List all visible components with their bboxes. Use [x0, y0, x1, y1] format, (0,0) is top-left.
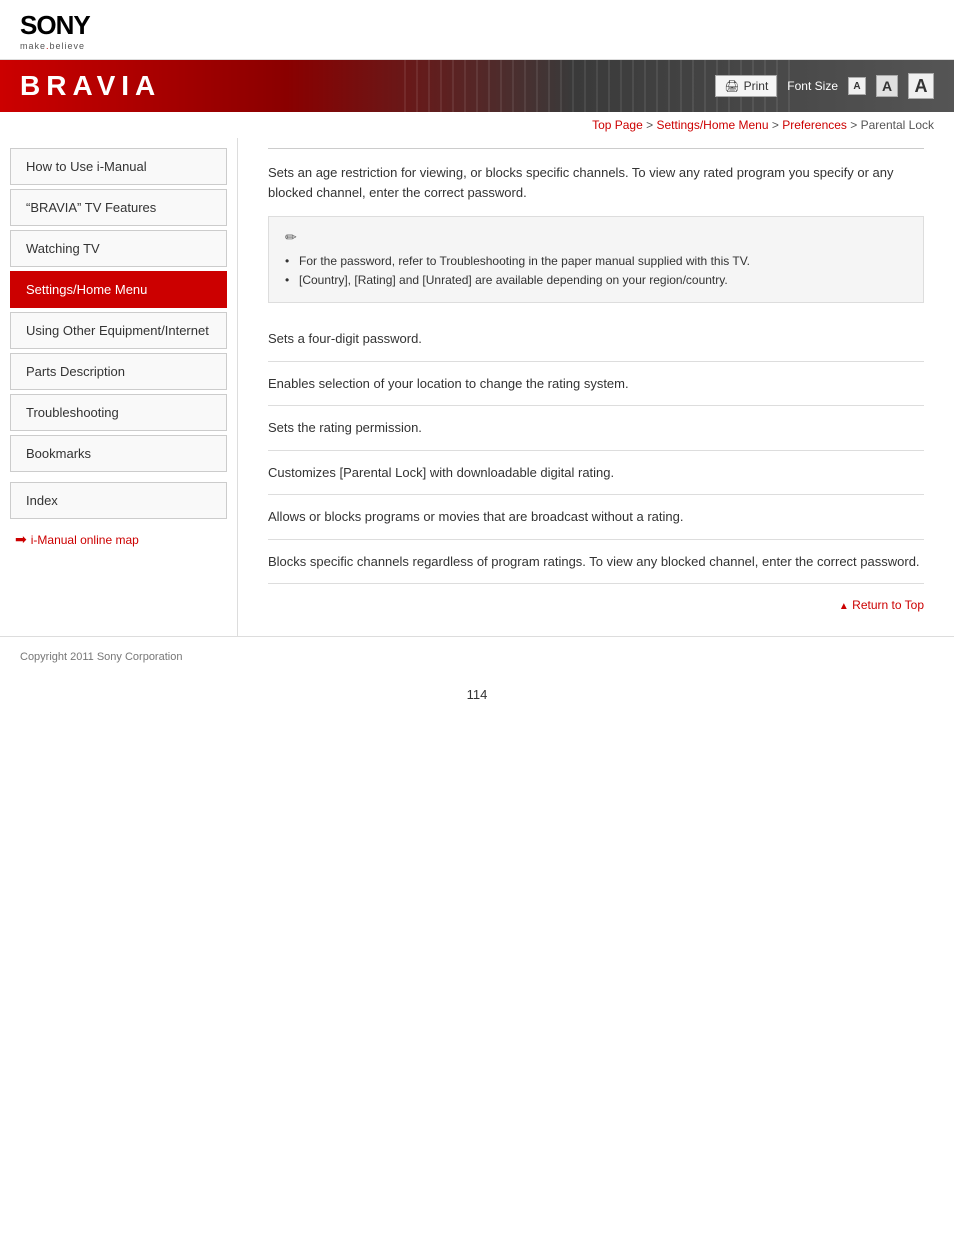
sidebar-online-map-link[interactable]: ➡ i-Manual online map: [0, 523, 237, 556]
sidebar-item-index[interactable]: Index: [10, 482, 227, 519]
note-item-2: [Country], [Rating] and [Unrated] are av…: [285, 271, 907, 290]
breadcrumb-settings-home[interactable]: Settings/Home Menu: [656, 118, 768, 132]
font-size-small-button[interactable]: A: [848, 77, 866, 95]
banner-controls: 🖨 Print Font Size A A A: [715, 73, 934, 99]
sidebar-item-bookmarks[interactable]: Bookmarks: [10, 435, 227, 472]
copyright-text: Copyright 2011 Sony Corporation: [20, 651, 182, 663]
bravia-title: BRAVIA: [20, 70, 161, 102]
print-label: Print: [744, 79, 769, 93]
sidebar: How to Use i-Manual “BRAVIA” TV Features…: [0, 138, 238, 636]
note-box: ✏ For the password, refer to Troubleshoo…: [268, 216, 924, 303]
note-list: For the password, refer to Troubleshooti…: [285, 252, 907, 290]
font-size-medium-button[interactable]: A: [876, 75, 898, 97]
sidebar-item-using-other-equipment[interactable]: Using Other Equipment/Internet: [10, 312, 227, 349]
sidebar-item-parts-description[interactable]: Parts Description: [10, 353, 227, 390]
breadcrumb-current: Parental Lock: [861, 118, 934, 132]
content-intro-text: Sets an age restriction for viewing, or …: [268, 163, 924, 202]
content-top-divider: [268, 148, 924, 149]
note-icon: ✏: [285, 229, 907, 246]
sidebar-item-settings-home-menu[interactable]: Settings/Home Menu: [10, 271, 227, 308]
breadcrumb: Top Page > Settings/Home Menu > Preferen…: [0, 112, 954, 138]
page-footer: Copyright 2011 Sony Corporation: [0, 636, 954, 677]
note-item-1: For the password, refer to Troubleshooti…: [285, 252, 907, 271]
breadcrumb-sep3: >: [847, 118, 861, 132]
font-size-large-button[interactable]: A: [908, 73, 934, 99]
bottom-area: [0, 712, 954, 912]
breadcrumb-sep2: >: [769, 118, 783, 132]
page-number: 114: [0, 677, 954, 712]
arrow-right-icon: ➡: [15, 531, 27, 548]
section-item-3: Sets the rating permission.: [268, 406, 924, 451]
main-layout: How to Use i-Manual “BRAVIA” TV Features…: [0, 138, 954, 636]
sidebar-item-bravia-features[interactable]: “BRAVIA” TV Features: [10, 189, 227, 226]
section-item-6: Blocks specific channels regardless of p…: [268, 540, 924, 585]
breadcrumb-preferences[interactable]: Preferences: [782, 118, 847, 132]
main-content: Sets an age restriction for viewing, or …: [238, 138, 954, 636]
print-icon: 🖨: [724, 79, 739, 93]
section-item-4: Customizes [Parental Lock] with download…: [268, 451, 924, 496]
section-item-1: Sets a four-digit password.: [268, 317, 924, 362]
section-item-2: Enables selection of your location to ch…: [268, 362, 924, 407]
sidebar-item-how-to-use[interactable]: How to Use i-Manual: [10, 148, 227, 185]
sony-logo: SONY make.believe: [20, 10, 934, 51]
make-believe-tagline: make.believe: [20, 41, 85, 51]
top-header: SONY make.believe: [0, 0, 954, 60]
sony-brand: SONY: [20, 10, 90, 41]
triangle-up-icon: ▲: [839, 601, 849, 612]
breadcrumb-top-page[interactable]: Top Page: [592, 118, 643, 132]
online-map-link-text[interactable]: i-Manual online map: [31, 533, 139, 547]
section-item-5: Allows or blocks programs or movies that…: [268, 495, 924, 540]
return-to-top-link[interactable]: ▲ Return to Top: [839, 598, 924, 612]
sidebar-item-watching-tv[interactable]: Watching TV: [10, 230, 227, 267]
font-size-label: Font Size: [787, 79, 838, 93]
breadcrumb-sep1: >: [643, 118, 657, 132]
bravia-banner: BRAVIA 🖨 Print Font Size A A A: [0, 60, 954, 112]
print-button[interactable]: 🖨 Print: [715, 75, 777, 97]
return-to-top: ▲ Return to Top: [268, 584, 924, 616]
sidebar-item-troubleshooting[interactable]: Troubleshooting: [10, 394, 227, 431]
